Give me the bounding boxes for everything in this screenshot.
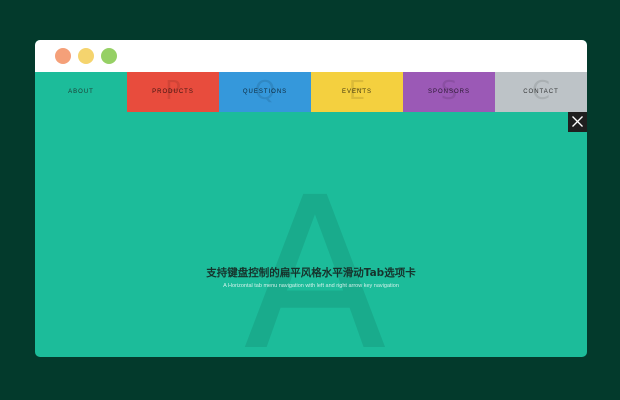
- panel-watermark-letter: A: [243, 152, 387, 358]
- tab-events-label: EVENTS: [341, 89, 372, 95]
- window-close-dot[interactable]: [55, 48, 71, 64]
- close-icon: [572, 116, 583, 127]
- tab-sponsors-label: SPONSORS: [427, 89, 470, 95]
- tab-questions[interactable]: Q QUESTIONS: [219, 72, 311, 112]
- window-maximize-dot[interactable]: [101, 48, 117, 64]
- tab-contact[interactable]: C CONTACT: [495, 72, 587, 112]
- tab-contact-label: CONTACT: [523, 89, 559, 95]
- tab-sponsors[interactable]: S SPONSORS: [403, 72, 495, 112]
- window-titlebar: [35, 40, 587, 72]
- window-minimize-dot[interactable]: [78, 48, 94, 64]
- tab-products-label: PRODUCTS: [152, 89, 194, 95]
- panel-subline: A Horizontal tab menu navigation with le…: [223, 283, 399, 289]
- tab-about-label: ABOUT: [68, 89, 94, 95]
- tab-questions-label: QUESTIONS: [242, 89, 288, 95]
- panel-headline: 支持键盘控制的扁平风格水平滑动Tab选项卡: [206, 267, 416, 279]
- tab-events[interactable]: E EVENTS: [311, 72, 403, 112]
- browser-window: ABOUT P PRODUCTS Q QUESTIONS E EVENTS S …: [35, 40, 587, 357]
- tab-about[interactable]: ABOUT: [35, 72, 127, 112]
- tab-products[interactable]: P PRODUCTS: [127, 72, 219, 112]
- tab-bar: ABOUT P PRODUCTS Q QUESTIONS E EVENTS S …: [35, 72, 587, 112]
- close-panel-button[interactable]: [568, 112, 587, 132]
